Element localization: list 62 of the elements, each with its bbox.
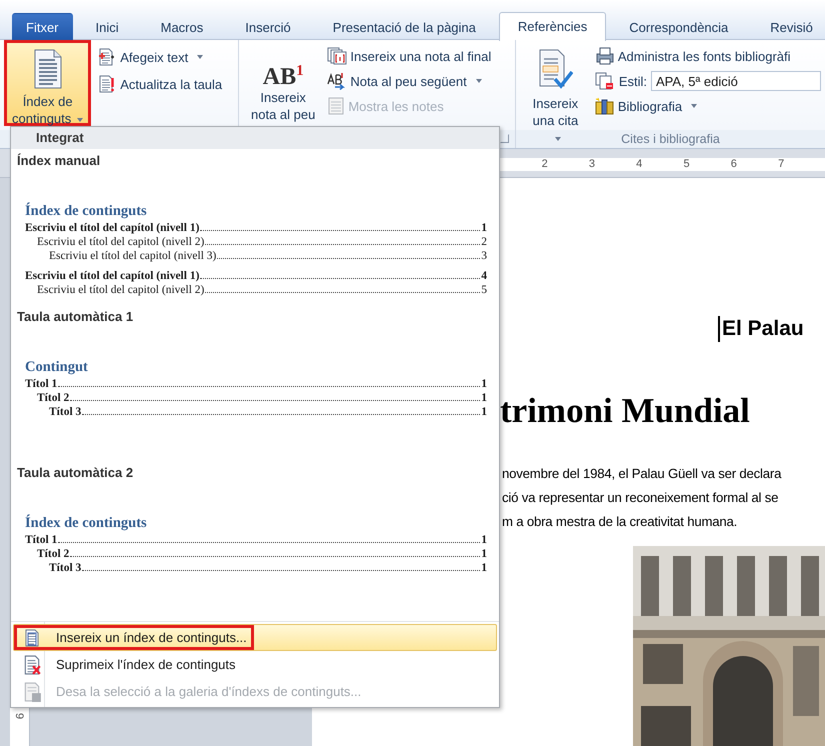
ribbon-button[interactable]: Insereix una cita: [520, 40, 591, 126]
document-check-icon: [537, 49, 574, 91]
toc-entry: Títol 1 1: [25, 533, 487, 547]
caret-icon: [555, 136, 562, 141]
toc-entry: Escriviu el títol del capítol (nivell 1) 1: [25, 221, 487, 235]
document-heading: El Palau: [718, 316, 804, 342]
footnote-icon: AB$^{1}$: [251, 49, 316, 85]
caret-icon: [197, 55, 204, 59]
paragraph: novembre del 1984, el Palau Güell va ser declara ció va representar un reconeixement formal al se m a obra mestra de la creativitat humana.: [502, 465, 782, 531]
document-title: trimoni Mundial: [500, 390, 750, 432]
ribbon-button[interactable]: Bibliografia: [594, 95, 821, 117]
caret-icon: [77, 118, 84, 122]
books-icon: [594, 97, 615, 115]
caret-icon: [476, 79, 482, 83]
gallery-item[interactable]: Taula automàtica 1 Contingut Títol 1 1 Títol 2 1 Títol 3 1: [11, 305, 499, 461]
ribbon-tab[interactable]: Correspondència: [610, 13, 748, 41]
preview-title: Índex de continguts: [25, 202, 147, 221]
menu-item[interactable]: Insereix un índex de continguts...: [13, 624, 497, 651]
ribbon-tab[interactable]: Revisió: [751, 13, 825, 41]
page-icon: [24, 628, 40, 646]
ribbon-button[interactable]: Afegeix text: [95, 46, 222, 68]
toc-entry: Títol 3 1: [48, 561, 487, 575]
notes-icon: [327, 97, 346, 115]
toc-entry: Escriviu el títol del capitol (nivell 2) 5: [36, 283, 487, 297]
ribbon-button[interactable]: Administra les fonts bibliogràfi: [594, 45, 821, 67]
style-label: Estil:: [618, 74, 647, 88]
toc-entry: Títol 3 1: [48, 405, 487, 419]
menu-item[interactable]: Suprimeix l'índex de continguts: [13, 651, 497, 678]
group-label: Cites i bibliografia: [621, 132, 720, 146]
style-icon: [594, 72, 615, 90]
stacked-pages-icon: [327, 47, 348, 65]
style-combo[interactable]: APA, 5ª edició: [651, 71, 821, 91]
document-icon: [32, 49, 63, 89]
gallery-item[interactable]: Taula automàtica 2 Índex de continguts Títol 1 1 Títol 2 1 Títol 3 1: [11, 461, 499, 617]
preview-title: Contingut: [25, 358, 88, 377]
page-delete-icon: [22, 654, 42, 674]
gallery-item-label: Taula automàtica 2: [17, 464, 134, 482]
ribbon-tab[interactable]: Inici: [76, 13, 138, 41]
footnote-icon: [327, 72, 348, 90]
gallery-item-label: Taula automàtica 1: [17, 308, 134, 326]
ribbon-tab[interactable]: Inserció: [226, 13, 310, 41]
gallery-item-label: Índex manual: [17, 152, 100, 170]
page-save-icon: [23, 682, 41, 702]
ribbon-tab[interactable]: Macros: [142, 13, 222, 41]
preview-title: Índex de continguts: [25, 514, 147, 533]
printer-icon: [594, 47, 615, 65]
gallery-header: Integrat: [11, 127, 499, 149]
ribbon-button[interactable]: Índex de continguts: [4, 40, 92, 126]
ribbon-button[interactable]: Actualitza la taula: [95, 73, 222, 95]
ribbon-tab[interactable]: Presentació de la pàgina: [314, 13, 495, 41]
toc-entry: Títol 1 1: [25, 377, 487, 391]
toc-entry: Escriviu el títol del capitol (nivell 2) 2: [36, 235, 487, 249]
toc-entry: Títol 2 1: [36, 547, 487, 561]
file-tab[interactable]: Fitxer: [12, 13, 72, 41]
toc-entry: Escriviu el títol del capitol (nivell 3) 3: [48, 249, 487, 263]
ribbon-button[interactable]: Nota al peu següent: [327, 70, 492, 92]
ribbon-tab[interactable]: Referències: [498, 12, 606, 41]
caret-icon: [691, 104, 698, 108]
ribbon-button[interactable]: AB$^{1}$ Insereix nota al peu: [243, 40, 324, 126]
toc-entry: Escriviu el títol del capítol (nivell 1) 4: [25, 269, 487, 283]
toc-entry: Títol 2 1: [36, 391, 487, 405]
ribbon-button[interactable]: Insereix una nota al final: [327, 45, 492, 67]
